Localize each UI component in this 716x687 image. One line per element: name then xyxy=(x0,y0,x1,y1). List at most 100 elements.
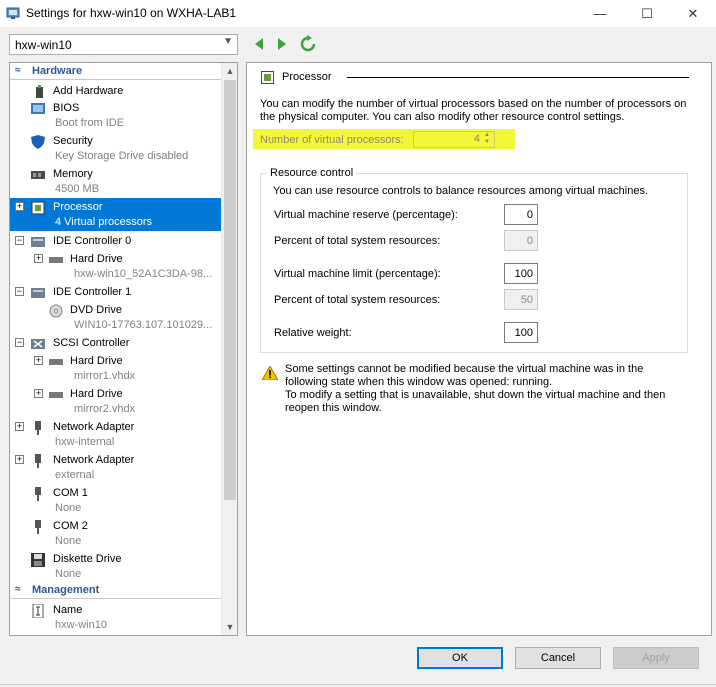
sidebar-item-network-adapter[interactable]: + Network Adapter hxw-internal xyxy=(10,418,223,451)
bios-icon xyxy=(31,103,45,114)
collapse-minus-icon[interactable]: − xyxy=(15,236,24,245)
sidebar-item-hard-drive[interactable]: + Hard Drive mirror2.vhdx xyxy=(10,385,223,418)
warning-message: Some settings cannot be modified because… xyxy=(285,363,685,415)
sidebar-item-diskette-drive[interactable]: Diskette Drive None xyxy=(10,550,223,583)
relative-weight-input[interactable]: 100 xyxy=(504,322,538,343)
limit-label: Virtual machine limit (percentage): xyxy=(274,268,441,280)
limit-input[interactable]: 100 xyxy=(504,263,538,284)
num-virtual-processors-label: Number of virtual processors: xyxy=(260,134,404,146)
sidebar-item-label: Add Hardware xyxy=(53,85,124,97)
sidebar-item-detail: hxw-win10 xyxy=(55,619,107,631)
sidebar-item-label: IDE Controller 0 xyxy=(53,235,132,247)
processor-description: You can modify the number of virtual pro… xyxy=(260,98,687,123)
sidebar-item-detail: Key Storage Drive disabled xyxy=(55,150,189,162)
sidebar-item-network-adapter[interactable]: + Network Adapter external xyxy=(10,451,223,484)
scroll-up-icon[interactable]: ▲ xyxy=(222,63,237,79)
reserve-input[interactable]: 0 xyxy=(504,204,538,225)
sidebar-item-label: Network Adapter xyxy=(53,421,135,433)
dvd-disc-icon xyxy=(49,304,63,318)
forward-arrow-icon[interactable] xyxy=(272,35,290,53)
processor-chip-icon xyxy=(31,201,45,215)
hardware-section-header[interactable]: ≈ Hardware xyxy=(10,64,223,80)
scroll-down-icon[interactable]: ▼ xyxy=(222,619,237,635)
collapse-chevron-icon[interactable]: ≈ xyxy=(15,65,21,76)
sidebar-item-label: Security xyxy=(53,135,93,147)
management-section-header[interactable]: ≈ Management xyxy=(10,583,223,599)
floppy-disk-icon xyxy=(31,553,45,567)
spinner-arrows-icon[interactable]: ▲ ▼ xyxy=(481,132,493,147)
sidebar-item-name[interactable]: Name hxw-win10 xyxy=(10,601,223,634)
expand-plus-icon[interactable]: + xyxy=(34,389,43,398)
sidebar-item-memory[interactable]: Memory 4500 MB xyxy=(10,165,223,198)
sidebar-item-label: IDE Controller 1 xyxy=(53,286,132,298)
minimize-button[interactable]: — xyxy=(577,0,623,27)
close-button[interactable]: ✕ xyxy=(670,0,716,27)
sidebar-item-add-hardware[interactable]: Add Hardware xyxy=(10,82,223,100)
sidebar-item-processor[interactable]: + Processor 4 Virtual processors xyxy=(10,198,223,231)
reserve-label: Virtual machine reserve (percentage): xyxy=(274,209,458,221)
shield-icon xyxy=(31,135,45,149)
resource-control-legend: Resource control xyxy=(267,167,357,179)
back-arrow-icon[interactable] xyxy=(251,35,269,53)
collapse-chevron-icon[interactable]: ≈ xyxy=(15,584,21,595)
warning-line-1: Some settings cannot be modified because… xyxy=(285,363,644,388)
sidebar-item-ide-controller-0[interactable]: − IDE Controller 0 xyxy=(10,232,223,250)
management-header-label: Management xyxy=(32,584,100,596)
sidebar-item-scsi-controller[interactable]: − SCSI Controller xyxy=(10,334,223,352)
sidebar-item-security[interactable]: Security Key Storage Drive disabled xyxy=(10,132,223,165)
sidebar-item-label: Processor xyxy=(53,201,103,213)
expand-plus-icon[interactable]: + xyxy=(34,254,43,263)
expand-plus-icon[interactable]: + xyxy=(34,356,43,365)
expand-plus-icon[interactable]: + xyxy=(15,202,24,211)
sidebar-scrollbar[interactable]: ▲ ▼ xyxy=(221,63,237,635)
sidebar-item-label: COM 2 xyxy=(53,520,88,532)
sidebar-item-label: Name xyxy=(53,604,83,616)
sidebar-item-detail: hxw-win10_52A1C3DA-98... xyxy=(74,268,213,280)
chevron-down-icon: ▼ xyxy=(223,36,233,47)
expand-plus-icon[interactable]: + xyxy=(15,455,24,464)
window-title: Settings for hxw-win10 on WXHA-LAB1 xyxy=(26,6,237,20)
resource-control-description: You can use resource controls to balance… xyxy=(273,185,649,197)
limit-percent-label: Percent of total system resources: xyxy=(274,294,441,306)
sidebar-item-hard-drive[interactable]: + Hard Drive mirror1.vhdx xyxy=(10,352,223,385)
network-adapter-icon xyxy=(35,454,41,468)
sidebar-item-label: Hard Drive xyxy=(70,253,123,265)
cancel-button[interactable]: Cancel xyxy=(515,647,601,669)
settings-app-icon xyxy=(6,7,20,19)
sidebar-item-label: Diskette Drive xyxy=(53,553,122,565)
hard-drive-icon xyxy=(49,257,63,263)
vm-selector-dropdown[interactable]: hxw-win10 ▼ xyxy=(9,34,238,55)
vm-selector-value: hxw-win10 xyxy=(15,38,72,52)
add-hardware-icon xyxy=(36,85,43,98)
network-adapter-icon xyxy=(35,421,41,435)
ide-controller-icon xyxy=(31,237,45,247)
sidebar-item-bios[interactable]: BIOS Boot from IDE xyxy=(10,99,223,132)
hardware-header-label: Hardware xyxy=(32,65,83,77)
title-divider xyxy=(347,77,689,78)
collapse-minus-icon[interactable]: − xyxy=(15,287,24,296)
apply-button[interactable]: Apply xyxy=(613,647,699,669)
ok-button[interactable]: OK xyxy=(417,647,503,669)
processor-chip-icon xyxy=(261,71,274,84)
limit-percent-value: 50 xyxy=(504,289,538,310)
sidebar-item-label: COM 1 xyxy=(53,487,88,499)
maximize-button[interactable]: ☐ xyxy=(624,0,670,27)
hard-drive-icon xyxy=(49,359,63,365)
hardware-tree[interactable]: ≈ Hardware Add Hardware BIOS Boot from I… xyxy=(9,62,238,636)
sidebar-item-detail: WIN10-17763.107.101029... xyxy=(74,319,213,331)
warning-line-2: To modify a setting that is unavailable,… xyxy=(285,389,666,414)
sidebar-item-com-1[interactable]: COM 1 None xyxy=(10,484,223,517)
expand-plus-icon[interactable]: + xyxy=(15,422,24,431)
bottom-divider xyxy=(0,684,716,685)
sidebar-item-com-2[interactable]: COM 2 None xyxy=(10,517,223,550)
refresh-icon[interactable] xyxy=(299,35,317,53)
panel-title: Processor xyxy=(282,71,332,83)
sidebar-item-detail: external xyxy=(55,469,95,481)
collapse-minus-icon[interactable]: − xyxy=(15,338,24,347)
sidebar-item-dvd-drive[interactable]: DVD Drive WIN10-17763.107.101029... xyxy=(10,301,223,334)
sidebar-item-ide-controller-1[interactable]: − IDE Controller 1 xyxy=(10,283,223,301)
scroll-thumb[interactable] xyxy=(224,80,236,500)
sidebar-item-hard-drive[interactable]: + Hard Drive hxw-win10_52A1C3DA-98... xyxy=(10,250,223,283)
resource-control-group: Resource control You can use resource co… xyxy=(260,167,688,353)
sidebar-item-label: Network Adapter xyxy=(53,454,135,466)
